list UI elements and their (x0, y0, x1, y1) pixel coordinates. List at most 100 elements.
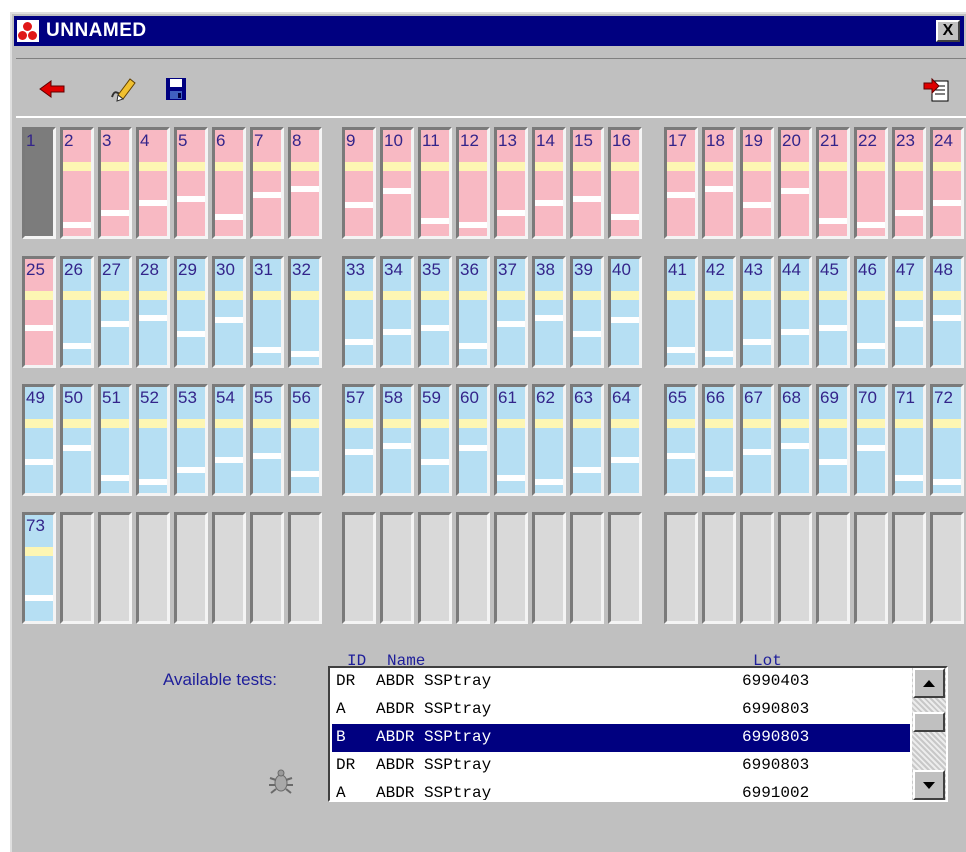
slot-69[interactable]: 69 (816, 384, 850, 496)
available-tests-list[interactable]: DR ABDR SSPtray 6990403 A ABDR SSPtray 699080… (328, 666, 948, 802)
slot-32[interactable]: 32 (288, 256, 322, 368)
slot-30[interactable]: 30 (212, 256, 246, 368)
slot-6[interactable]: 6 (212, 127, 246, 239)
slot-61[interactable]: 61 (494, 384, 528, 496)
slot-19[interactable]: 19 (740, 127, 774, 239)
slot-36[interactable]: 36 (456, 256, 490, 368)
slot-3[interactable]: 3 (98, 127, 132, 239)
slot-72[interactable]: 72 (930, 384, 964, 496)
slot-10[interactable]: 10 (380, 127, 414, 239)
slot-67[interactable]: 67 (740, 384, 774, 496)
slot-empty-86[interactable] (532, 512, 566, 624)
slot-4[interactable]: 4 (136, 127, 170, 239)
slot-57[interactable]: 57 (342, 384, 376, 496)
slot-47[interactable]: 47 (892, 256, 926, 368)
scroll-thumb[interactable] (913, 712, 945, 732)
slot-21[interactable]: 21 (816, 127, 850, 239)
slot-37[interactable]: 37 (494, 256, 528, 368)
slot-empty-80[interactable] (288, 512, 322, 624)
slot-empty-77[interactable] (174, 512, 208, 624)
slot-13[interactable]: 13 (494, 127, 528, 239)
slot-12[interactable]: 12 (456, 127, 490, 239)
slot-empty-75[interactable] (98, 512, 132, 624)
slot-empty-89[interactable] (664, 512, 698, 624)
slot-71[interactable]: 71 (892, 384, 926, 496)
slot-62[interactable]: 62 (532, 384, 566, 496)
slot-20[interactable]: 20 (778, 127, 812, 239)
slot-empty-79[interactable] (250, 512, 284, 624)
slot-45[interactable]: 45 (816, 256, 850, 368)
slot-25[interactable]: 25 (22, 256, 56, 368)
slot-17[interactable]: 17 (664, 127, 698, 239)
slot-52[interactable]: 52 (136, 384, 170, 496)
slot-empty-85[interactable] (494, 512, 528, 624)
slot-60[interactable]: 60 (456, 384, 490, 496)
debug-bug-icon[interactable] (268, 766, 294, 796)
slot-9[interactable]: 9 (342, 127, 376, 239)
slot-51[interactable]: 51 (98, 384, 132, 496)
slot-16[interactable]: 16 (608, 127, 642, 239)
slot-5[interactable]: 5 (174, 127, 208, 239)
slot-8[interactable]: 8 (288, 127, 322, 239)
slot-48[interactable]: 48 (930, 256, 964, 368)
slot-38[interactable]: 38 (532, 256, 566, 368)
slot-15[interactable]: 15 (570, 127, 604, 239)
scroll-down-button[interactable] (913, 770, 945, 800)
slot-18[interactable]: 18 (702, 127, 736, 239)
save-button[interactable] (162, 75, 192, 103)
title-bar[interactable]: UNNAMED X (14, 16, 964, 46)
test-row[interactable]: A ABDR SSPtray 6990803 (332, 696, 910, 724)
slot-7[interactable]: 7 (250, 127, 284, 239)
slot-41[interactable]: 41 (664, 256, 698, 368)
slot-56[interactable]: 56 (288, 384, 322, 496)
slot-empty-93[interactable] (816, 512, 850, 624)
slot-34[interactable]: 34 (380, 256, 414, 368)
test-row[interactable]: DR ABDR SSPtray 6990803 (332, 752, 910, 780)
slot-empty-94[interactable] (854, 512, 888, 624)
slot-2[interactable]: 2 (60, 127, 94, 239)
vertical-scrollbar[interactable] (912, 668, 946, 800)
slot-empty-87[interactable] (570, 512, 604, 624)
slot-66[interactable]: 66 (702, 384, 736, 496)
test-row[interactable]: B ABDR SSPtray 6990803 (332, 724, 910, 752)
close-button[interactable]: X (936, 20, 960, 42)
slot-empty-82[interactable] (380, 512, 414, 624)
slot-29[interactable]: 29 (174, 256, 208, 368)
slot-empty-90[interactable] (702, 512, 736, 624)
slot-empty-88[interactable] (608, 512, 642, 624)
slot-58[interactable]: 58 (380, 384, 414, 496)
slot-31[interactable]: 31 (250, 256, 284, 368)
scroll-up-button[interactable] (913, 668, 945, 698)
slot-70[interactable]: 70 (854, 384, 888, 496)
slot-65[interactable]: 65 (664, 384, 698, 496)
slot-empty-76[interactable] (136, 512, 170, 624)
slot-46[interactable]: 46 (854, 256, 888, 368)
slot-empty-92[interactable] (778, 512, 812, 624)
slot-empty-95[interactable] (892, 512, 926, 624)
slot-empty-83[interactable] (418, 512, 452, 624)
slot-empty-91[interactable] (740, 512, 774, 624)
slot-55[interactable]: 55 (250, 384, 284, 496)
slot-empty-84[interactable] (456, 512, 490, 624)
slot-22[interactable]: 22 (854, 127, 888, 239)
slot-23[interactable]: 23 (892, 127, 926, 239)
slot-42[interactable]: 42 (702, 256, 736, 368)
export-button[interactable] (922, 75, 952, 103)
edit-button[interactable] (108, 75, 138, 103)
slot-49[interactable]: 49 (22, 384, 56, 496)
back-arrow-button[interactable] (38, 75, 68, 103)
slot-43[interactable]: 43 (740, 256, 774, 368)
slot-14[interactable]: 14 (532, 127, 566, 239)
slot-24[interactable]: 24 (930, 127, 964, 239)
slot-54[interactable]: 54 (212, 384, 246, 496)
slot-empty-74[interactable] (60, 512, 94, 624)
slot-1[interactable]: 1 (22, 127, 56, 239)
slot-53[interactable]: 53 (174, 384, 208, 496)
slot-26[interactable]: 26 (60, 256, 94, 368)
slot-33[interactable]: 33 (342, 256, 376, 368)
slot-35[interactable]: 35 (418, 256, 452, 368)
slot-39[interactable]: 39 (570, 256, 604, 368)
slot-40[interactable]: 40 (608, 256, 642, 368)
slot-59[interactable]: 59 (418, 384, 452, 496)
slot-63[interactable]: 63 (570, 384, 604, 496)
